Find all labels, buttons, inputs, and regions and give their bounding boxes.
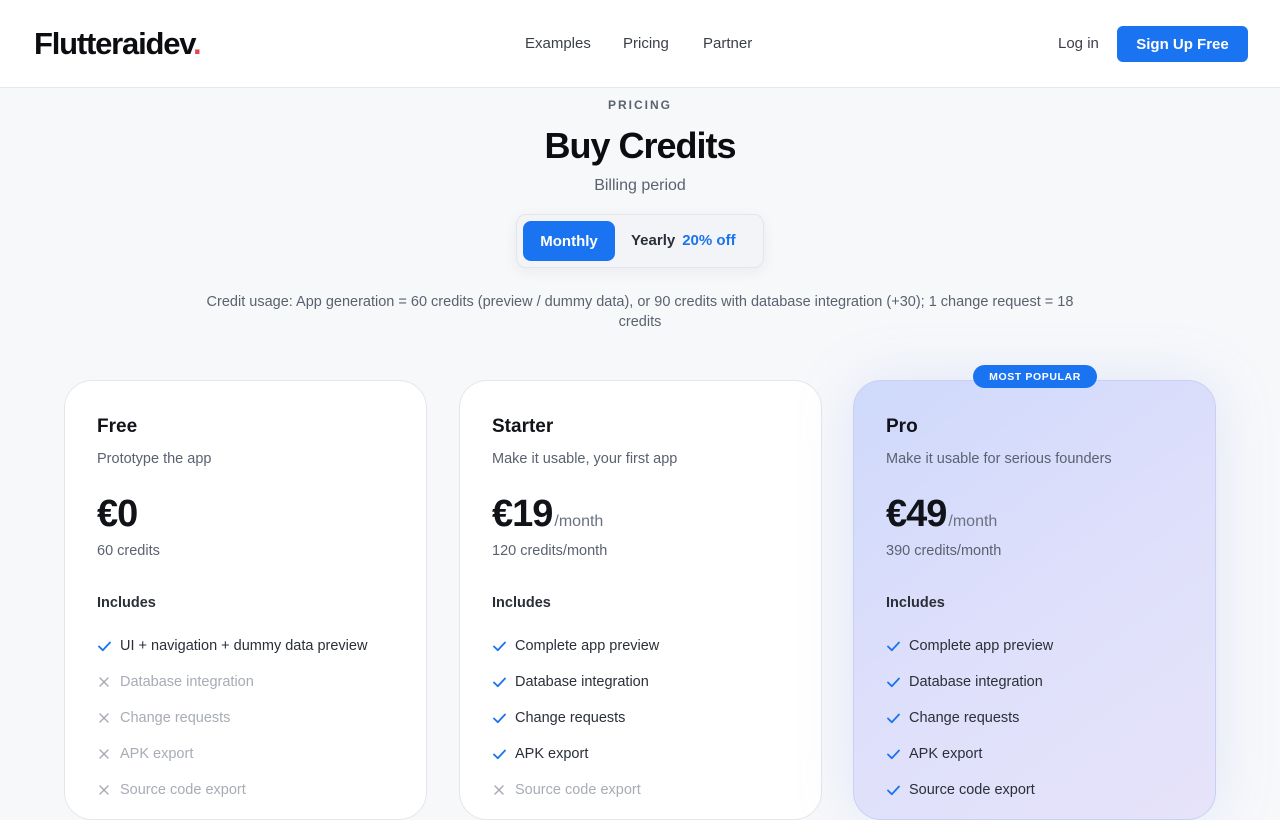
most-popular-badge: MOST POPULAR [973, 365, 1097, 388]
feature-label: APK export [515, 746, 589, 762]
feature-label: Complete app preview [909, 638, 1054, 654]
plan-price: €0 [97, 492, 139, 536]
x-icon [97, 675, 111, 689]
check-icon [492, 639, 506, 653]
login-link[interactable]: Log in [1058, 35, 1099, 53]
price-amount: €49 [886, 493, 947, 535]
plan-description: Make it usable for serious founders [886, 451, 1112, 467]
plan-credits: 60 credits [97, 543, 160, 559]
billing-toggle: Monthly Yearly 20% off [516, 214, 764, 268]
plan-description: Make it usable, your first app [492, 451, 678, 467]
feature-item: APK export [492, 736, 659, 772]
feature-item: Change requests [492, 700, 659, 736]
feature-label: APK export [120, 746, 194, 762]
price-period: /month [948, 513, 998, 530]
feature-label: Source code export [909, 782, 1035, 798]
plan-name: Pro [886, 416, 918, 437]
feature-label: UI + navigation + dummy data preview [120, 638, 368, 654]
feature-label: Source code export [515, 782, 641, 798]
section-eyebrow: PRICING [607, 98, 672, 112]
feature-item: Database integration [492, 664, 659, 700]
logo[interactable]: Flutteraidev. [34, 26, 202, 62]
plan-card-free: Free Prototype the app €0 60 credits Include… [64, 380, 427, 820]
signup-button[interactable]: Sign Up Free [1117, 26, 1248, 62]
nav-pricing[interactable]: Pricing [623, 35, 669, 53]
feature-item: APK export [97, 736, 367, 772]
feature-item: APK export [886, 736, 1053, 772]
feature-label: Complete app preview [515, 638, 660, 654]
nav-partner[interactable]: Partner [703, 35, 752, 53]
monthly-option[interactable]: Monthly [523, 221, 615, 261]
feature-item: Database integration [97, 664, 367, 700]
check-icon [886, 747, 900, 761]
feature-list: UI + navigation + dummy data preview Data… [97, 628, 367, 808]
check-icon [886, 639, 900, 653]
check-icon [492, 675, 506, 689]
feature-item: Complete app preview [886, 628, 1053, 664]
includes-heading: Includes [492, 595, 551, 611]
feature-label: Source code export [120, 782, 246, 798]
check-icon [492, 747, 506, 761]
check-icon [97, 639, 111, 653]
billing-period-label: Billing period [594, 177, 686, 194]
plan-card-starter: Starter Make it usable, your first app €19… [459, 380, 822, 820]
feature-label: Change requests [909, 710, 1020, 726]
plan-description: Prototype the app [97, 451, 212, 467]
feature-item: Source code export [886, 772, 1053, 808]
yearly-option[interactable]: Yearly 20% off [631, 232, 736, 250]
plan-price: €49/month [886, 492, 997, 536]
feature-list: Complete app preview Database integration… [886, 628, 1053, 808]
page-title: Buy Credits [544, 125, 736, 166]
plan-card-pro: Pro Make it usable for serious founders €4… [853, 380, 1216, 820]
x-icon [97, 747, 111, 761]
check-icon [886, 783, 900, 797]
x-icon [97, 783, 111, 797]
feature-item: Change requests [97, 700, 367, 736]
check-icon [492, 711, 506, 725]
nav-examples[interactable]: Examples [525, 35, 591, 53]
credit-usage-note: Credit usage: App generation = 60 credit… [206, 294, 1074, 330]
feature-label: Database integration [515, 674, 649, 690]
plan-credits: 390 credits/month [886, 543, 1002, 559]
price-amount: €0 [97, 493, 138, 535]
price-amount: €19 [492, 493, 553, 535]
feature-item: UI + navigation + dummy data preview [97, 628, 367, 664]
top-navbar: Flutteraidev. Examples Pricing Partner L… [0, 0, 1280, 88]
includes-heading: Includes [97, 595, 156, 611]
feature-item: Change requests [886, 700, 1053, 736]
feature-list: Complete app preview Database integration… [492, 628, 659, 808]
check-icon [886, 675, 900, 689]
discount-badge: 20% off [682, 232, 736, 249]
plan-name: Free [97, 416, 138, 437]
feature-item: Complete app preview [492, 628, 659, 664]
feature-label: APK export [909, 746, 983, 762]
feature-label: Change requests [515, 710, 626, 726]
plan-price: €19/month [492, 492, 603, 536]
x-icon [492, 783, 506, 797]
plan-name: Starter [492, 416, 554, 437]
feature-item: Source code export [97, 772, 367, 808]
check-icon [886, 711, 900, 725]
plan-credits: 120 credits/month [492, 543, 608, 559]
price-period: /month [554, 513, 604, 530]
includes-heading: Includes [886, 595, 945, 611]
feature-label: Database integration [909, 674, 1043, 690]
x-icon [97, 711, 111, 725]
yearly-label: Yearly [631, 232, 676, 249]
feature-item: Database integration [886, 664, 1053, 700]
feature-item: Source code export [492, 772, 659, 808]
feature-label: Change requests [120, 710, 231, 726]
feature-label: Database integration [120, 674, 254, 690]
